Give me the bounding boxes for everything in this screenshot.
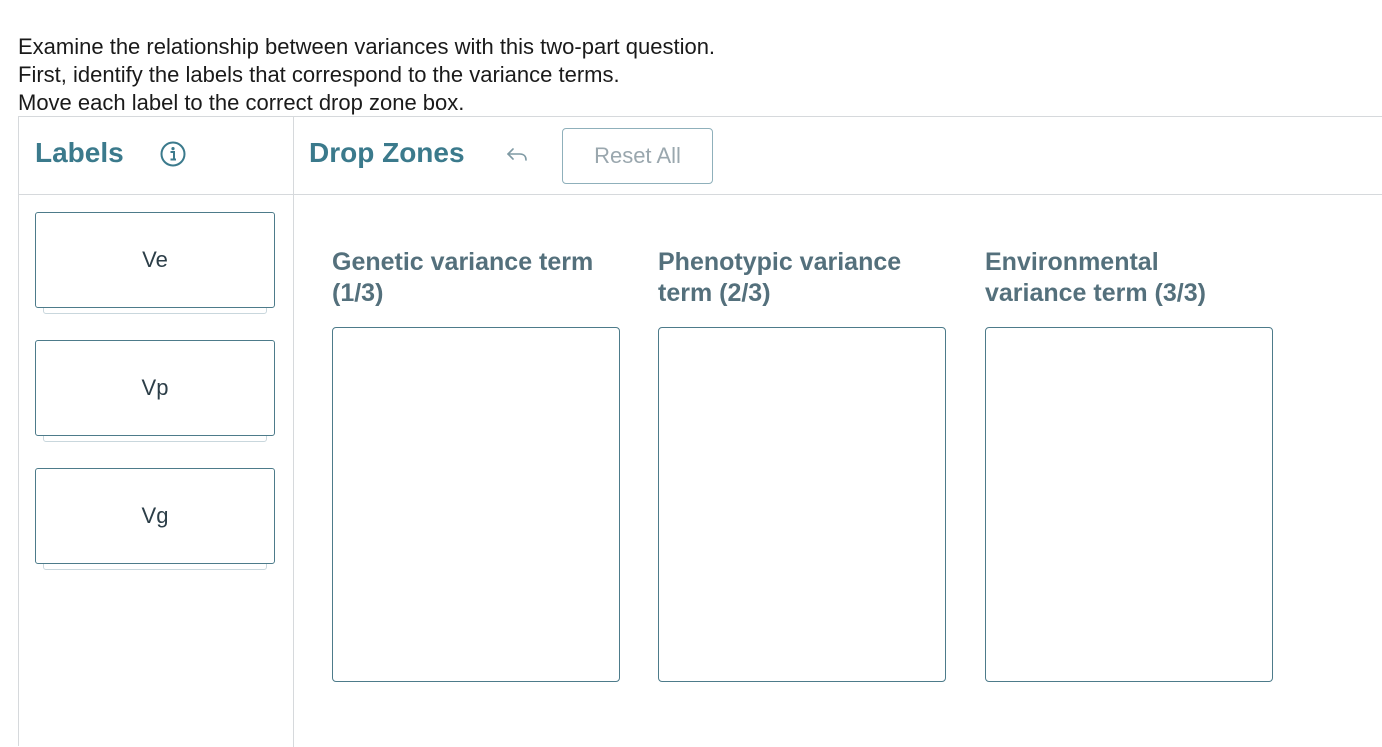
drop-zone-genetic[interactable]	[332, 327, 620, 682]
drop-zone-environmental[interactable]	[985, 327, 1273, 682]
drop-zone-heading-genetic: Genetic variance term (1/3)	[332, 247, 632, 309]
reset-all-button[interactable]: Reset All	[562, 128, 713, 184]
label-card-vg[interactable]: Vg	[35, 468, 275, 564]
zone-heading-line: (1/3)	[332, 279, 384, 307]
label-card-vp-wrapper: Vp	[35, 340, 275, 444]
question-instructions: Examine the relationship between varianc…	[18, 33, 715, 117]
label-card-vp[interactable]: Vp	[35, 340, 275, 436]
drag-drop-panel: Labels Drop Zones Reset All Ve Vp Vg Gen…	[18, 116, 1382, 747]
zone-heading-line: term (2/3)	[658, 279, 771, 307]
zone-heading-line: Genetic variance term	[332, 248, 594, 276]
drop-zones-title: Drop Zones	[309, 137, 465, 168]
undo-arrow-icon[interactable]	[506, 146, 530, 164]
labels-title: Labels	[35, 137, 124, 168]
label-card-vg-wrapper: Vg	[35, 468, 275, 572]
info-circle-icon[interactable]	[160, 141, 186, 167]
instruction-line: Examine the relationship between varianc…	[18, 34, 716, 59]
zone-heading-line: Phenotypic variance	[658, 248, 902, 276]
header-divider	[19, 194, 1382, 195]
label-card-ve-wrapper: Ve	[35, 212, 275, 316]
drop-zone-heading-phenotypic: Phenotypic variance term (2/3)	[658, 247, 958, 309]
drop-zone-phenotypic[interactable]	[658, 327, 946, 682]
zone-heading-line: Environmental	[985, 248, 1159, 276]
zone-heading-line: variance term (3/3)	[985, 279, 1206, 307]
label-card-ve[interactable]: Ve	[35, 212, 275, 308]
column-divider	[293, 117, 294, 747]
drop-zone-heading-environmental: Environmental variance term (3/3)	[985, 247, 1285, 309]
instruction-line: First, identify the labels that correspo…	[18, 62, 620, 87]
instruction-line: Move each label to the correct drop zone…	[18, 90, 465, 115]
